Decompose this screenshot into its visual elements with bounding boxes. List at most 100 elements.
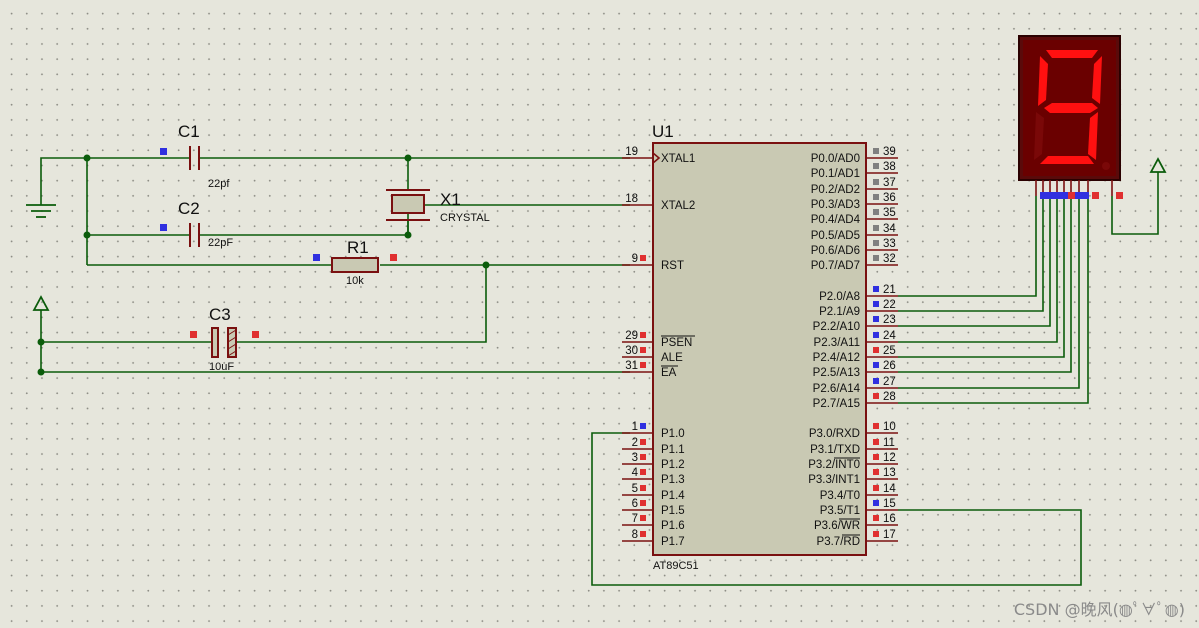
junction-dot xyxy=(37,338,45,346)
pin-state-marker xyxy=(640,454,646,460)
pin-number: 25 xyxy=(883,345,896,357)
pin-label: P1.2 xyxy=(661,459,685,471)
pin-state-marker xyxy=(873,240,879,246)
pin-state-marker xyxy=(873,485,879,491)
pin-label: P2.0/A8 xyxy=(819,291,860,303)
pin-label: P1.4 xyxy=(661,490,685,502)
pin-state-marker xyxy=(640,531,646,537)
pin-number: 23 xyxy=(883,314,896,326)
pin-label: P2.1/A9 xyxy=(819,306,860,318)
pin-state-marker xyxy=(873,332,879,338)
pin-label: PSEN xyxy=(661,337,692,349)
watermark-text: CSDN @晚风(◍ﾟ∀ﾟ◍) xyxy=(1013,600,1185,619)
capacitor-c2[interactable]: C2 22pF xyxy=(160,199,233,249)
pin-state-marker xyxy=(640,469,646,475)
segment-g xyxy=(1044,103,1098,113)
pin-state-marker xyxy=(160,224,167,231)
pin-label: P2.5/A13 xyxy=(813,367,860,379)
pin-label: P3.4/T0 xyxy=(820,490,860,502)
pin-state-marker xyxy=(873,500,879,506)
pin-number: 7 xyxy=(632,513,638,525)
ground-symbol[interactable] xyxy=(26,204,56,218)
pin-label: P0.4/AD4 xyxy=(811,214,861,226)
pin-number: 36 xyxy=(883,192,896,204)
power-terminal-right[interactable] xyxy=(1149,157,1167,173)
schematic-canvas[interactable]: C1 22pf C2 22pF X1 CRYSTAL R1 10k C3 10u… xyxy=(0,0,1199,628)
pin-number: 26 xyxy=(883,360,896,372)
pin-state-marker xyxy=(640,485,646,491)
junction-dot xyxy=(83,154,91,162)
pin-state-marker xyxy=(640,439,646,445)
pin-number: 2 xyxy=(632,437,638,449)
pin-label: P3.6/WR xyxy=(814,520,860,532)
pin-state-marker xyxy=(873,378,879,384)
pin-label: P3.3/INT1 xyxy=(808,474,860,486)
wire-p25 xyxy=(898,196,1072,373)
pin-label: P3.2/INT0 xyxy=(808,459,860,471)
pin-number: 18 xyxy=(625,193,638,205)
pin-label: P2.4/A12 xyxy=(813,352,860,364)
power-terminal-left[interactable] xyxy=(32,295,50,311)
pin-state-marker xyxy=(873,362,879,368)
pin-label: EA xyxy=(661,367,677,379)
pin-number: 10 xyxy=(883,421,896,433)
pin-state-marker xyxy=(873,148,879,154)
pin-label: P1.1 xyxy=(661,444,685,456)
pin-state-marker xyxy=(873,255,879,261)
pin-number: 32 xyxy=(883,253,896,265)
pin-state-marker xyxy=(873,469,879,475)
display-pin-markers xyxy=(1040,192,1123,199)
segment-a xyxy=(1046,50,1098,58)
pin-state-marker xyxy=(640,423,646,429)
wire-p22 xyxy=(898,196,1051,327)
pin-number: 13 xyxy=(883,467,896,479)
pin-number: 22 xyxy=(883,299,896,311)
pin-number: 28 xyxy=(883,391,896,403)
pin-label: P3.7/RD xyxy=(817,536,860,548)
pin-label: P1.0 xyxy=(661,428,685,440)
wire-vcc-ea xyxy=(40,310,630,373)
microcontroller-u1[interactable]: U1 AT89C51 19XTAL118XTAL29RST29PSEN30ALE… xyxy=(622,122,898,572)
junction-dot xyxy=(482,261,490,269)
r1-value: 10k xyxy=(346,275,364,287)
capacitor-c1[interactable]: C1 22pf xyxy=(160,122,230,190)
pin-label: P1.3 xyxy=(661,474,685,486)
pin-state-marker xyxy=(873,209,879,215)
pin-number: 19 xyxy=(625,146,638,158)
pin-label: XTAL2 xyxy=(661,200,695,212)
pin-label: P0.5/AD5 xyxy=(811,230,860,242)
x1-ref: X1 xyxy=(440,190,461,209)
pin-number: 15 xyxy=(883,498,896,510)
resistor-r1[interactable]: R1 10k xyxy=(313,238,397,287)
pin-number: 29 xyxy=(625,330,638,342)
pin-state-marker xyxy=(873,423,879,429)
pin-state-marker xyxy=(873,531,879,537)
pin-label: P0.2/AD2 xyxy=(811,184,860,196)
pin-number: 14 xyxy=(883,483,896,495)
u1-ref: U1 xyxy=(652,122,674,141)
pin-state-marker xyxy=(160,148,167,155)
segment-d xyxy=(1040,156,1094,164)
pin-label: P0.3/AD3 xyxy=(811,199,860,211)
pin-state-marker xyxy=(873,163,879,169)
crystal-x1[interactable]: X1 CRYSTAL xyxy=(386,189,490,224)
pin-state-marker xyxy=(873,179,879,185)
junction-dot xyxy=(83,231,91,239)
schematic-svg: C1 22pf C2 22pF X1 CRYSTAL R1 10k C3 10u… xyxy=(26,35,1167,586)
wire-p20 xyxy=(898,196,1037,297)
r1-ref: R1 xyxy=(347,238,369,257)
pin-label: P0.6/AD6 xyxy=(811,245,860,257)
pin-number: 4 xyxy=(632,467,639,479)
wire-gnd-c1 xyxy=(40,157,190,205)
pin-number: 8 xyxy=(632,529,638,541)
pin-number: 1 xyxy=(632,421,638,433)
u1-part: AT89C51 xyxy=(653,560,699,572)
pin-label: P2.6/A14 xyxy=(813,383,861,395)
pin-number: 21 xyxy=(883,284,896,296)
capacitor-c3[interactable]: C3 10uF xyxy=(190,305,259,373)
pin-label: P1.7 xyxy=(661,536,685,548)
pin-number: 3 xyxy=(632,452,638,464)
seven-segment-display[interactable] xyxy=(1018,35,1123,199)
pin-number: 37 xyxy=(883,177,896,189)
pin-number: 34 xyxy=(883,223,896,235)
